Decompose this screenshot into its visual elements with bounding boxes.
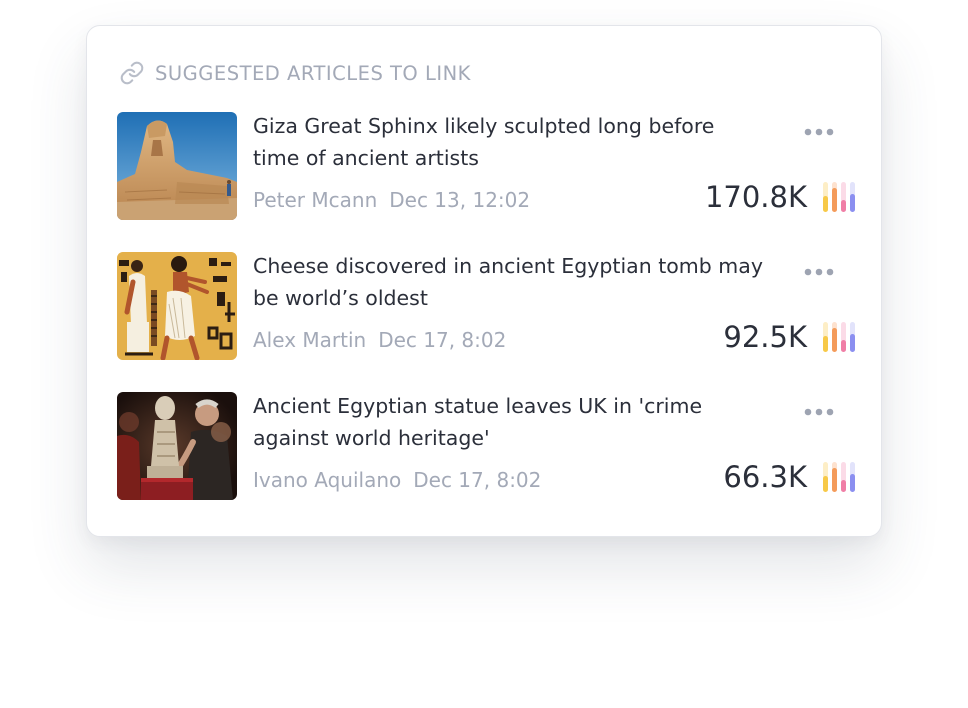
article-item[interactable]: Cheese discovered in ancient Egyptian to… — [117, 252, 857, 360]
views-count: 66.3K — [723, 460, 807, 494]
sphinx-thumbnail[interactable] — [117, 112, 237, 220]
egyptian-mural-thumbnail[interactable] — [117, 252, 237, 360]
article-date: Dec 17, 8:02 — [378, 328, 507, 352]
article-headline[interactable]: Giza Great Sphinx likely sculpted long b… — [253, 110, 763, 174]
link-icon — [120, 61, 144, 85]
article-author: Peter Mcann — [253, 188, 378, 212]
article-date: Dec 17, 8:02 — [413, 468, 542, 492]
article-item[interactable]: Ancient Egyptian statue leaves UK in 'cr… — [117, 392, 857, 500]
more-options-button[interactable] — [801, 118, 837, 146]
panel-header: SUGGESTED ARTICLES TO LINK — [119, 60, 471, 86]
article-headline[interactable]: Cheese discovered in ancient Egyptian to… — [253, 250, 763, 314]
more-horizontal-icon — [804, 128, 834, 136]
article-headline[interactable]: Ancient Egyptian statue leaves UK in 'cr… — [253, 390, 763, 454]
bar-chart-icon[interactable] — [821, 320, 857, 354]
more-options-button[interactable] — [801, 258, 837, 286]
bar-chart-icon[interactable] — [821, 460, 857, 494]
article-stats: 66.3K — [723, 460, 857, 494]
more-horizontal-icon — [804, 268, 834, 276]
article-stats: 170.8K — [705, 180, 857, 214]
article-meta: Alex Martin Dec 17, 8:02 — [253, 328, 506, 352]
more-options-button[interactable] — [801, 398, 837, 426]
suggested-articles-card: SUGGESTED ARTICLES TO LINK Giza Great Sp… — [86, 25, 882, 537]
article-author: Alex Martin — [253, 328, 367, 352]
more-horizontal-icon — [804, 408, 834, 416]
views-count: 92.5K — [723, 320, 807, 354]
article-author: Ivano Aquilano — [253, 468, 402, 492]
article-date: Dec 13, 12:02 — [389, 188, 531, 212]
statue-thumbnail[interactable] — [117, 392, 237, 500]
article-meta: Peter Mcann Dec 13, 12:02 — [253, 188, 530, 212]
article-stats: 92.5K — [723, 320, 857, 354]
views-count: 170.8K — [704, 180, 807, 214]
article-meta: Ivano Aquilano Dec 17, 8:02 — [253, 468, 541, 492]
article-item[interactable]: Giza Great Sphinx likely sculpted long b… — [117, 112, 857, 220]
bar-chart-icon[interactable] — [821, 180, 857, 214]
panel-title: SUGGESTED ARTICLES TO LINK — [155, 61, 471, 85]
